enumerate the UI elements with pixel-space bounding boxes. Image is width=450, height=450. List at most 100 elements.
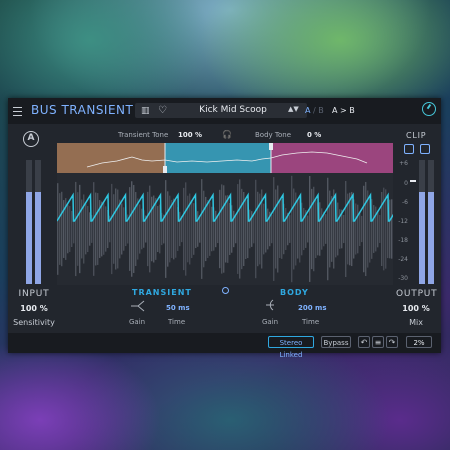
power-icon[interactable] <box>222 287 229 294</box>
waveform-bar <box>199 215 201 243</box>
transient-waveform-display[interactable] <box>57 143 393 285</box>
waveform-bar <box>139 204 141 254</box>
clip-curve-button[interactable] <box>420 144 430 154</box>
zoom-level[interactable]: 2% <box>406 336 432 348</box>
waveform-bar <box>215 210 217 248</box>
waveform-bar <box>319 202 321 256</box>
waveform-bar <box>113 194 115 264</box>
output-value[interactable]: 100 % <box>398 304 434 313</box>
waveform-bar <box>209 202 211 256</box>
waveform-bar <box>211 206 213 252</box>
waveform-bar <box>385 189 387 269</box>
waveform-bar <box>343 214 345 244</box>
scale-minus30: -30 <box>398 275 408 282</box>
waveform-bar <box>57 183 59 275</box>
waveform-bar <box>345 181 347 277</box>
waveform-bar <box>275 189 277 269</box>
waveform-bar <box>223 185 225 273</box>
waveform-bar <box>77 192 79 266</box>
waveform-bar <box>175 200 177 258</box>
input-value[interactable]: 100 % <box>16 304 52 313</box>
waveform-bar <box>373 205 375 253</box>
waveform-bar <box>293 188 295 270</box>
waveform-bar <box>165 180 167 278</box>
waveform-bar <box>267 208 269 250</box>
clip-label: CLIP <box>406 131 427 140</box>
body-tone-value[interactable]: 0 % <box>307 131 321 139</box>
output-label: OUTPUT <box>396 289 438 299</box>
waveform-bar <box>239 179 241 279</box>
waveform-bar <box>147 191 149 267</box>
waveform-bar <box>323 211 325 247</box>
waveform-bar <box>167 191 169 267</box>
body-time-value[interactable]: 200 ms <box>298 304 327 312</box>
undo-icon[interactable]: ↶ <box>358 336 370 348</box>
waveform-bar <box>149 185 151 273</box>
waveform-bar <box>69 206 71 252</box>
waveform-bar <box>389 199 391 259</box>
waveform-bar <box>271 214 273 244</box>
arturia-logo-icon: A <box>23 131 39 147</box>
waveform-bar <box>241 188 243 270</box>
a-to-b-button[interactable]: A > B <box>332 106 355 115</box>
waveform-bar <box>331 196 333 262</box>
waveform-bar <box>289 215 291 243</box>
waveform-bar <box>71 211 73 247</box>
scale-plus6: +6 <box>399 160 408 167</box>
clip-threshold-handle[interactable] <box>410 180 416 182</box>
plugin-title: BUS TRANSIENT <box>31 103 134 117</box>
redo-icon[interactable]: ↷ <box>386 336 398 348</box>
waveform-bar <box>377 210 379 248</box>
body-mode-label[interactable]: BODY <box>280 288 309 297</box>
bottom-toolbar: Stereo Linked Bypass ↶ ≡ ↷ 2% <box>8 333 441 359</box>
waveform-bar <box>105 206 107 252</box>
ab-a[interactable]: A <box>305 106 310 115</box>
waveform-bar <box>135 192 137 266</box>
waveform-bar <box>75 181 77 277</box>
waveform-bar <box>279 199 281 259</box>
transient-gain-icon[interactable] <box>130 300 146 312</box>
history-icon[interactable]: ≡ <box>372 336 384 348</box>
waveform-bar <box>111 183 113 275</box>
waveform-bar <box>391 199 393 259</box>
waveform-bar <box>221 184 223 274</box>
waveform-bar <box>141 208 143 250</box>
ab-toggle[interactable]: A / B <box>305 106 324 115</box>
waveform-bar <box>123 207 125 251</box>
waveform-bar <box>249 209 251 249</box>
transient-tone-value[interactable]: 100 % <box>178 131 202 139</box>
waveform-bar <box>119 199 121 259</box>
transient-mode-label[interactable]: TRANSIENT <box>132 288 192 297</box>
waveform-bar <box>255 179 257 279</box>
clip-mode-button[interactable] <box>404 144 414 154</box>
waveform-bar <box>315 199 317 259</box>
preset-prev-next-icon[interactable]: ▲▼ <box>288 105 299 113</box>
bypass-button[interactable]: Bypass <box>321 336 351 348</box>
waveform-bar <box>133 185 135 273</box>
divider-handle-right[interactable] <box>269 143 273 150</box>
waveform-bar <box>181 215 183 243</box>
waveform-bar <box>359 212 361 246</box>
waveform-bar <box>285 208 287 250</box>
waveform-bar <box>59 193 61 265</box>
waveform-bar <box>227 195 229 263</box>
waveform-bar <box>93 182 95 276</box>
waveform-bar <box>95 192 97 266</box>
stereo-linked-button[interactable]: Stereo Linked <box>268 336 314 359</box>
divider-handle-left[interactable] <box>163 166 167 173</box>
menu-icon[interactable] <box>13 107 22 116</box>
waveform-bar <box>183 187 185 271</box>
body-gain-icon[interactable] <box>263 298 277 312</box>
waveform-bar <box>87 205 89 253</box>
global-knob-icon[interactable] <box>422 102 436 116</box>
preset-name[interactable]: Kick Mid Scoop <box>188 105 278 115</box>
waveform-bar <box>365 181 367 277</box>
heart-icon[interactable]: ♡ <box>158 105 167 116</box>
ab-b[interactable]: B <box>318 106 324 115</box>
headphones-icon[interactable]: 🎧 <box>222 130 232 139</box>
library-icon[interactable]: ▥ <box>141 106 150 116</box>
input-meter <box>26 160 42 284</box>
waveform-bar <box>337 202 339 256</box>
waveform-bar <box>97 193 99 265</box>
transient-time-value[interactable]: 50 ms <box>166 304 190 312</box>
